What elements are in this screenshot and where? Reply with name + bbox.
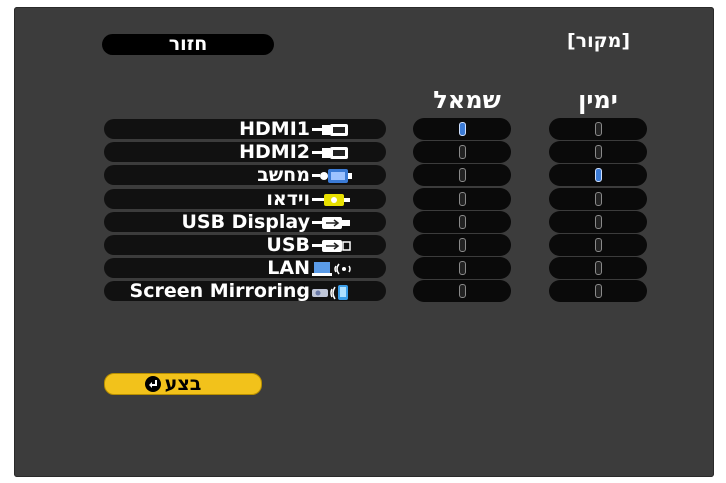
back-button[interactable]: חזור (102, 34, 274, 55)
video-rca-icon (312, 192, 354, 211)
usb-display-icon (312, 215, 354, 234)
lan-wireless-icon (312, 261, 354, 281)
left-radio-5[interactable] (413, 211, 511, 233)
source-label: USB Display (181, 211, 310, 233)
source-label: וידאו (266, 188, 310, 210)
source-label: LAN (267, 257, 310, 279)
computer-vga-icon (312, 168, 354, 188)
column-left-header: שמאל (433, 86, 501, 114)
radio-indicator-icon (595, 284, 602, 298)
hdmi-icon (312, 122, 354, 141)
source-label: Screen Mirroring (129, 280, 310, 302)
radio-indicator-icon (595, 122, 602, 136)
right-radio-3[interactable] (549, 164, 647, 186)
left-radio-3[interactable] (413, 164, 511, 186)
radio-indicator-icon (595, 261, 602, 275)
radio-indicator-icon (459, 145, 466, 159)
right-radio-6[interactable] (549, 234, 647, 256)
source-label: מחשב (257, 164, 310, 186)
radio-indicator-icon (459, 238, 466, 252)
radio-indicator-icon (459, 284, 466, 298)
screen-mirroring-icon (312, 284, 354, 304)
back-button-label: חזור (168, 33, 208, 55)
left-radio-1[interactable] (413, 118, 511, 140)
radio-indicator-icon (459, 122, 466, 136)
right-radio-8[interactable] (549, 280, 647, 302)
left-radio-7[interactable] (413, 257, 511, 279)
left-radio-6[interactable] (413, 234, 511, 256)
radio-indicator-icon (595, 215, 602, 229)
source-label: HDMI1 (239, 118, 310, 140)
left-radio-2[interactable] (413, 141, 511, 163)
radio-indicator-icon (459, 261, 466, 275)
source-label: USB (266, 234, 310, 256)
radio-indicator-icon (459, 215, 466, 229)
hdmi-icon (312, 145, 354, 164)
execute-label: בצע (164, 373, 202, 395)
radio-indicator-icon (595, 145, 602, 159)
left-radio-4[interactable] (413, 188, 511, 210)
radio-indicator-icon (595, 168, 602, 182)
column-right-header: ימין (578, 86, 618, 114)
radio-indicator-icon (459, 168, 466, 182)
page-title: [מקור] (567, 30, 631, 52)
right-radio-1[interactable] (549, 118, 647, 140)
right-radio-2[interactable] (549, 141, 647, 163)
radio-indicator-icon (459, 192, 466, 206)
enter-icon (145, 376, 161, 392)
usb-icon (312, 238, 354, 257)
radio-indicator-icon (595, 238, 602, 252)
right-radio-5[interactable] (549, 211, 647, 233)
radio-indicator-icon (595, 192, 602, 206)
right-radio-7[interactable] (549, 257, 647, 279)
source-label: HDMI2 (239, 141, 310, 163)
right-radio-4[interactable] (549, 188, 647, 210)
execute-button[interactable]: בצע (104, 373, 262, 395)
left-radio-8[interactable] (413, 280, 511, 302)
